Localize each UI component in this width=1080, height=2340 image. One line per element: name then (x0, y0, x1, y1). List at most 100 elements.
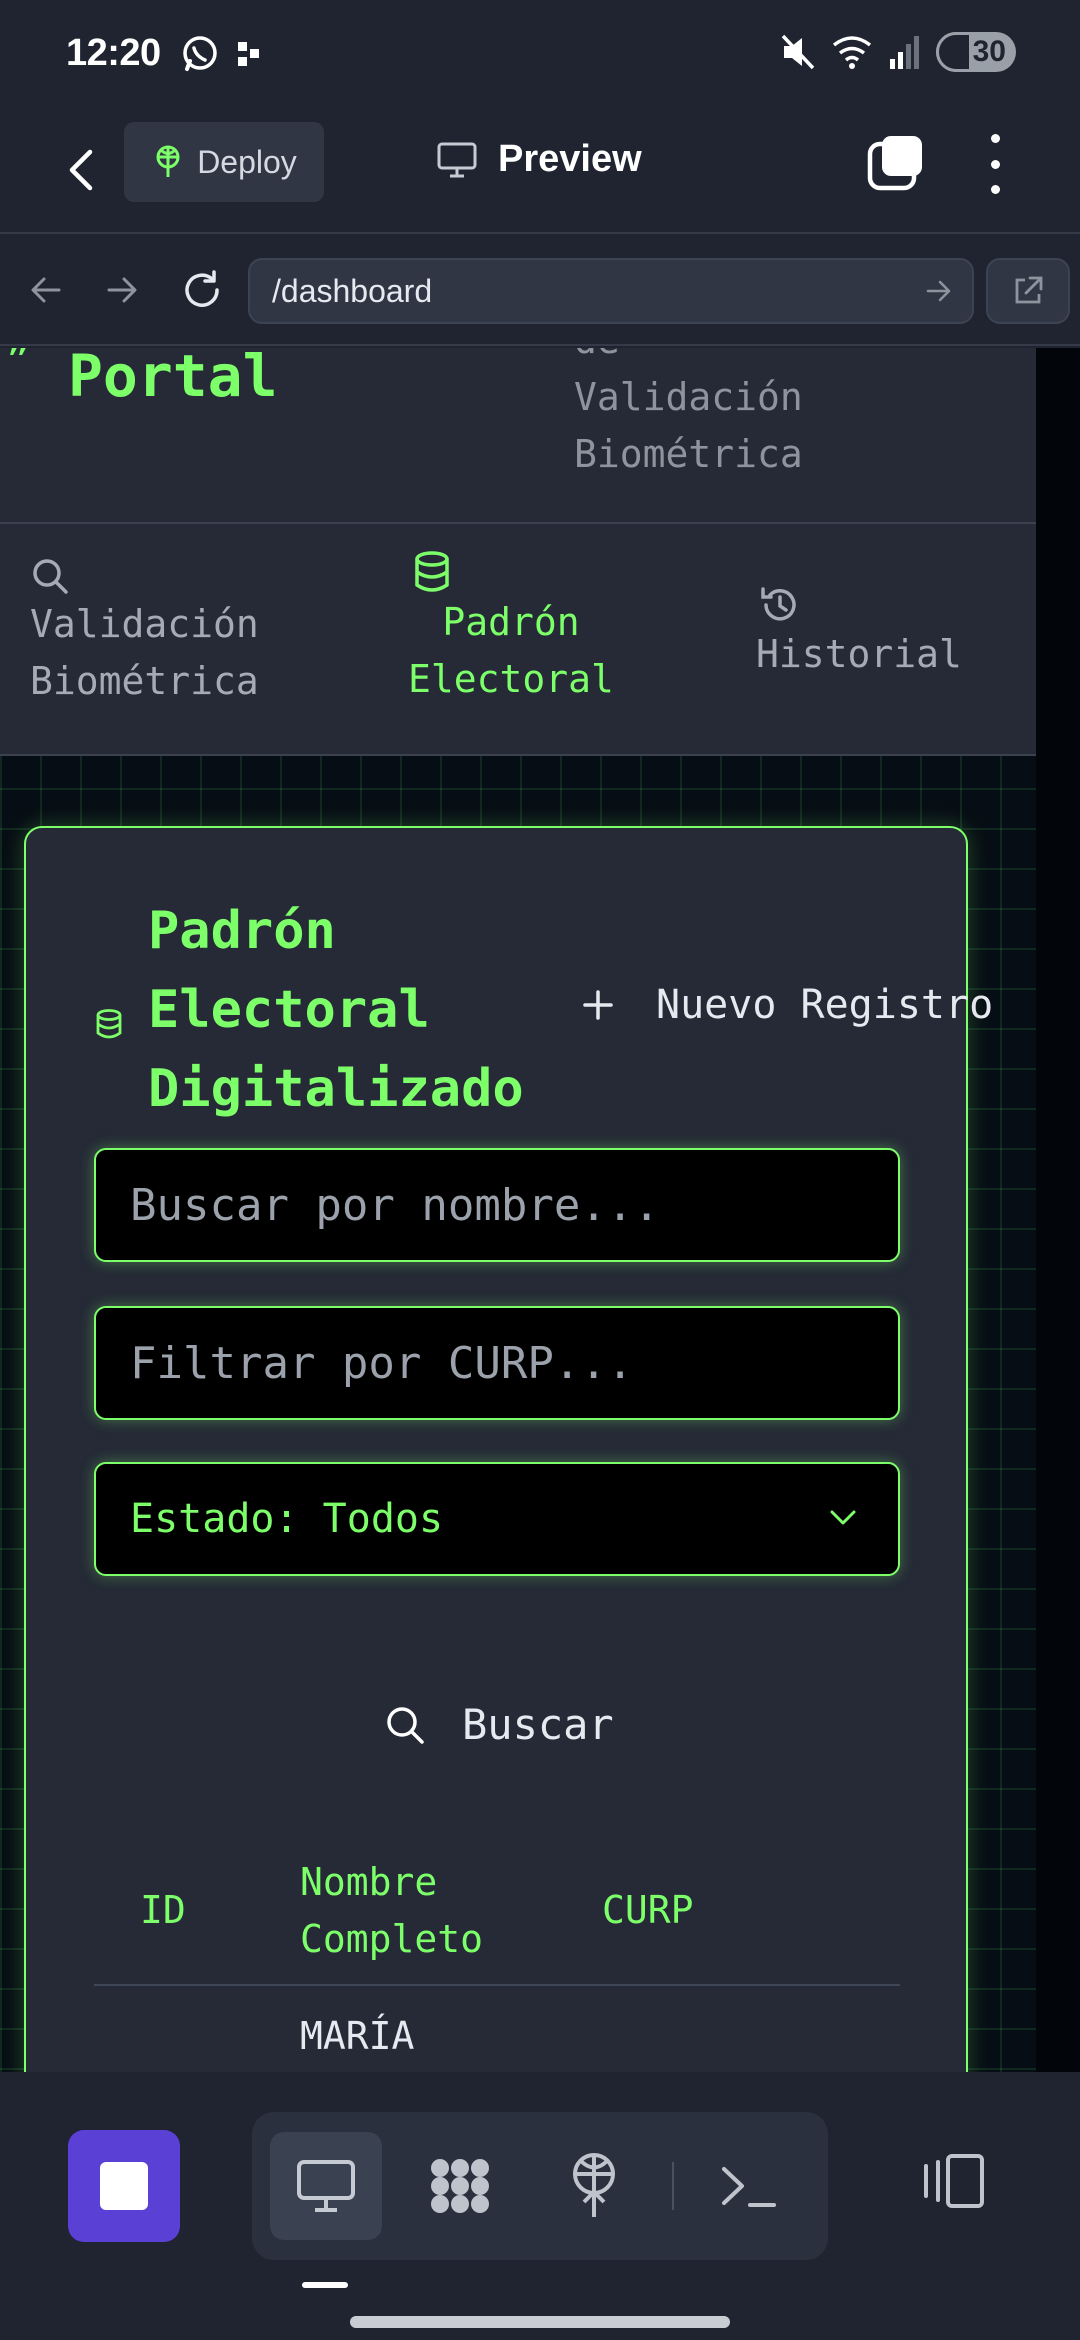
status-bar: 12:20 30 (0, 0, 1080, 110)
agent-icon (431, 2159, 489, 2213)
nav-label: Padrón (442, 600, 580, 644)
tool-separator (672, 2162, 674, 2210)
plus-icon (583, 990, 613, 1020)
home-indicator[interactable] (350, 2316, 730, 2328)
card-title-line: Digitalizado (148, 1059, 524, 1119)
nav-label: Historial (756, 632, 962, 676)
terminal-icon (722, 2167, 776, 2207)
status-label: Status: (810, 348, 970, 356)
tabs-button[interactable] (866, 132, 926, 192)
url-text: /dashboard (272, 272, 433, 309)
search-icon (387, 1706, 424, 1744)
nav-item-historial[interactable]: Historial (756, 584, 962, 683)
brand-title: Portal (68, 348, 278, 410)
active-tab-indicator (302, 2282, 348, 2288)
browser-toolbar: /dashboard (0, 234, 1080, 346)
search-button-label: Buscar (462, 1700, 614, 1749)
header-subtitle: de Validación Biométrica (574, 348, 803, 483)
preview-label: Preview (498, 138, 642, 180)
more-options-button[interactable] (980, 134, 1010, 194)
preview-tool-button[interactable] (270, 2132, 382, 2240)
card-title: Padrón Electoral Digitalizado (148, 892, 524, 1129)
signal-icon (890, 36, 919, 69)
column-header-name[interactable]: Nombre Completo (300, 1854, 483, 1968)
bottom-toolbar (0, 2072, 1080, 2340)
chevron-left-icon (69, 149, 93, 191)
open-external-button[interactable] (986, 258, 1070, 324)
browser-back-button[interactable] (14, 258, 78, 322)
system-status: Status:Onli (810, 348, 1062, 356)
nav-item-validacion[interactable]: Validación Biométrica (30, 556, 259, 710)
back-button[interactable] (56, 138, 106, 202)
nav-label: Biométrica (30, 659, 259, 703)
curp-filter-placeholder: Filtrar por CURP... (130, 1337, 634, 1389)
history-icon (761, 587, 796, 621)
arrow-left-icon (31, 277, 61, 303)
site-header: ” Portal de Validación Biométrica Status… (0, 348, 1062, 524)
page-edge (1036, 348, 1080, 2072)
url-input[interactable]: /dashboard (248, 258, 974, 324)
chevron-down-icon (830, 1510, 856, 1525)
preview-title: Preview (436, 138, 642, 181)
monitor-icon (437, 142, 477, 177)
mute-icon (781, 34, 815, 70)
external-link-icon (1015, 276, 1043, 304)
nav-item-padron[interactable]: Padrón Electoral (408, 550, 614, 708)
reload-button[interactable] (170, 258, 234, 322)
wifi-icon (832, 36, 872, 69)
reload-icon (185, 270, 219, 307)
deploy-tool-button[interactable] (538, 2132, 650, 2240)
deploy-icon (573, 2153, 615, 2217)
card-title-line: Electoral (148, 980, 430, 1040)
battery-charging-icon (936, 32, 972, 72)
new-record-label: Nuevo Registro (656, 982, 994, 1028)
battery-level: 30 (972, 35, 1006, 68)
panel-toggle-button[interactable] (918, 2152, 988, 2210)
status-value: Onli (970, 348, 1062, 356)
whatsapp-icon (183, 36, 217, 71)
status-time: 12:20 (66, 32, 161, 74)
agent-tool-button[interactable] (404, 2132, 516, 2240)
column-header-id[interactable]: ID (140, 1882, 186, 1939)
stop-button[interactable] (68, 2130, 180, 2242)
browser-forward-button[interactable] (90, 258, 154, 322)
card-title-line: Padrón (148, 901, 336, 961)
state-select-value: Estado: Todos (130, 1496, 444, 1542)
site-nav: Validación Biométrica Padrón Electoral H… (0, 524, 1036, 756)
stop-icon (100, 2162, 148, 2210)
column-header-line: Completo (300, 1917, 484, 1961)
shell-tool-button[interactable] (692, 2132, 804, 2240)
database-icon (415, 551, 449, 592)
table-divider (94, 1984, 900, 1986)
column-header-line: Nombre (300, 1860, 438, 1904)
battery-indicator: 30 (936, 32, 1016, 72)
column-header-curp[interactable]: CURP (602, 1882, 694, 1939)
system-icons: 30 (780, 32, 1016, 72)
search-name-placeholder: Buscar por nombre... (130, 1179, 660, 1231)
arrow-right-icon (107, 277, 137, 303)
deploy-button[interactable]: Deploy (124, 122, 324, 202)
header-subtitle-line: Validación (574, 375, 803, 419)
brand-quote-mark: ” (6, 348, 31, 384)
deploy-icon (156, 145, 180, 177)
nav-label: Validación (30, 602, 259, 646)
padron-card: Padrón Electoral Digitalizado Nuevo Regi… (24, 826, 993, 2072)
notification-icons (180, 34, 262, 74)
header-subtitle-line: de (574, 348, 803, 369)
search-name-input[interactable]: Buscar por nombre... (94, 1148, 900, 1262)
go-arrow-icon[interactable] (924, 274, 954, 308)
curp-filter-input[interactable]: Filtrar por CURP... (94, 1306, 900, 1420)
deploy-label: Deploy (197, 143, 297, 180)
search-button[interactable]: Buscar (384, 1700, 614, 1749)
new-record-button[interactable]: Nuevo Registro (582, 982, 993, 1028)
nav-label: Electoral (408, 657, 614, 701)
state-select[interactable]: Estado: Todos (94, 1462, 900, 1576)
panel-icon (924, 2154, 984, 2208)
search-icon (33, 559, 68, 594)
app-bar: Deploy Preview (0, 110, 1080, 234)
web-preview: ” Portal de Validación Biométrica Status… (0, 348, 1080, 2072)
monitor-icon (297, 2160, 355, 2212)
header-subtitle-line: Biométrica (574, 432, 803, 476)
app-notification-icon (238, 42, 259, 66)
tabs-icon (867, 136, 922, 191)
